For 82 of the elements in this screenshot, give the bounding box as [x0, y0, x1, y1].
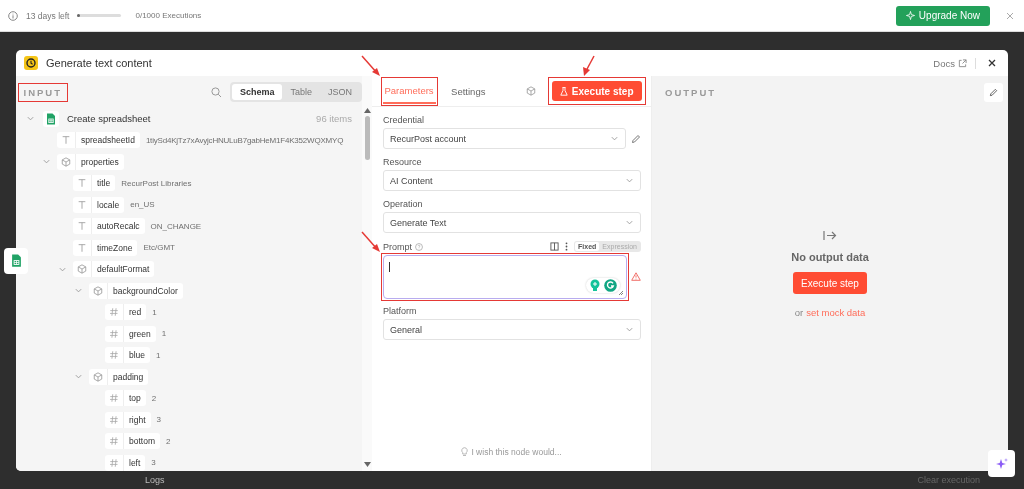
select-field[interactable]: AI Content — [383, 170, 641, 191]
field-key-chip[interactable]: locale — [73, 196, 125, 213]
ai-assistant-button[interactable] — [988, 450, 1015, 477]
scroll-down-icon[interactable] — [363, 462, 371, 467]
edit-output-button[interactable] — [984, 82, 1003, 102]
lightbulb-icon — [461, 447, 469, 457]
field-key-chip[interactable]: blue — [105, 347, 151, 364]
select-field[interactable]: Generate Text — [383, 212, 641, 233]
field-value: 3 — [156, 415, 161, 425]
chevron-down-icon[interactable] — [610, 134, 619, 143]
trial-days-left: 13 days left — [26, 10, 70, 21]
item-count: 96 items — [316, 113, 352, 125]
view-tab[interactable]: Table — [282, 84, 320, 100]
help-icon[interactable] — [415, 242, 423, 251]
panel-heading: OUTPUT — [664, 85, 718, 100]
panel-heading: INPUT — [22, 85, 63, 100]
field-value: ON_CHANGE — [150, 221, 202, 231]
field-key-chip[interactable]: timeZone — [73, 239, 138, 256]
modal-title: Generate text content — [46, 57, 152, 69]
field-label: Credential — [383, 115, 425, 125]
pencil-icon — [989, 87, 998, 97]
usage-progress-bar — [77, 14, 122, 17]
field-key-chip[interactable]: green — [105, 325, 156, 342]
field-label: Resource — [383, 157, 422, 167]
field-key-chip[interactable]: spreadsheetId — [57, 132, 140, 149]
scrollbar[interactable] — [362, 76, 372, 471]
field-value: 1 — [161, 329, 167, 339]
field-value: 2 — [166, 436, 171, 446]
search-icon[interactable] — [210, 86, 222, 98]
logs-tab[interactable]: Logs — [145, 475, 165, 485]
resize-handle-icon[interactable] — [617, 289, 624, 296]
node-logo-icon — [24, 56, 38, 70]
select-field[interactable]: General — [383, 319, 641, 340]
field-value: 1 — [152, 307, 157, 317]
panel-tab[interactable]: Settings — [449, 79, 488, 103]
field-key-chip[interactable]: defaultFormat — [73, 261, 155, 278]
field-value: RecurPost Libraries — [121, 178, 192, 188]
field-value: en_US — [130, 200, 155, 210]
field-value: 3 — [151, 458, 156, 468]
field-key-chip[interactable]: title — [73, 175, 116, 192]
field-label: Operation — [383, 199, 423, 209]
flask-icon — [559, 86, 568, 96]
spreadsheet-icon — [10, 254, 22, 268]
more-icon[interactable] — [565, 242, 569, 251]
output-arrow-icon — [823, 230, 837, 241]
field-key-chip[interactable]: backgroundColor — [89, 282, 183, 299]
view-tab[interactable]: Schema — [231, 84, 283, 100]
cube-icon — [526, 86, 537, 96]
node-name: Create spreadsheet — [67, 113, 151, 125]
field-key-chip[interactable]: right — [105, 411, 151, 428]
spreadsheet-node[interactable] — [4, 248, 28, 274]
field-key-chip[interactable]: autoRecalc — [73, 218, 145, 235]
field-label: Prompt — [383, 241, 412, 252]
docs-link[interactable]: Docs — [933, 57, 976, 69]
scroll-up-icon[interactable] — [363, 108, 371, 113]
chevron-down-icon[interactable] — [625, 176, 634, 185]
field-value: 1tiySd4KjTz7xAvyjcHNULuB7gabHeM1F4K352WQXMYQ — [145, 135, 344, 145]
chevron-down-icon[interactable] — [625, 218, 634, 227]
field-value: 1 — [156, 350, 161, 360]
field-key-chip[interactable]: properties — [57, 153, 124, 170]
close-icon[interactable] — [988, 59, 996, 67]
field-label: Platform — [383, 306, 417, 316]
info-icon — [8, 10, 18, 21]
select-field[interactable]: RecurPost account — [383, 128, 626, 149]
view-tab[interactable]: JSON — [320, 84, 360, 100]
field-key-chip[interactable]: padding — [89, 368, 149, 385]
pencil-icon[interactable] — [631, 133, 641, 144]
lightbulb-icon[interactable] — [588, 278, 601, 292]
spreadsheet-icon — [46, 112, 56, 125]
panel-icon[interactable] — [550, 242, 560, 251]
field-value: 2 — [151, 393, 157, 403]
field-key-chip[interactable]: top — [105, 390, 146, 407]
mock-data-prefix: or — [794, 307, 804, 318]
grammar-assistant-icon[interactable] — [603, 278, 617, 292]
field-key-chip[interactable]: bottom — [105, 433, 160, 450]
field-key-chip[interactable]: red — [105, 304, 147, 321]
executions-count: 0/1000 Executions — [135, 11, 202, 20]
external-link-icon — [958, 58, 967, 68]
empty-state-title: No output data — [791, 251, 869, 263]
chevron-down-icon[interactable] — [625, 325, 634, 334]
field-key-chip[interactable]: left — [105, 454, 146, 471]
field-value: Etc/GMT — [143, 243, 175, 253]
